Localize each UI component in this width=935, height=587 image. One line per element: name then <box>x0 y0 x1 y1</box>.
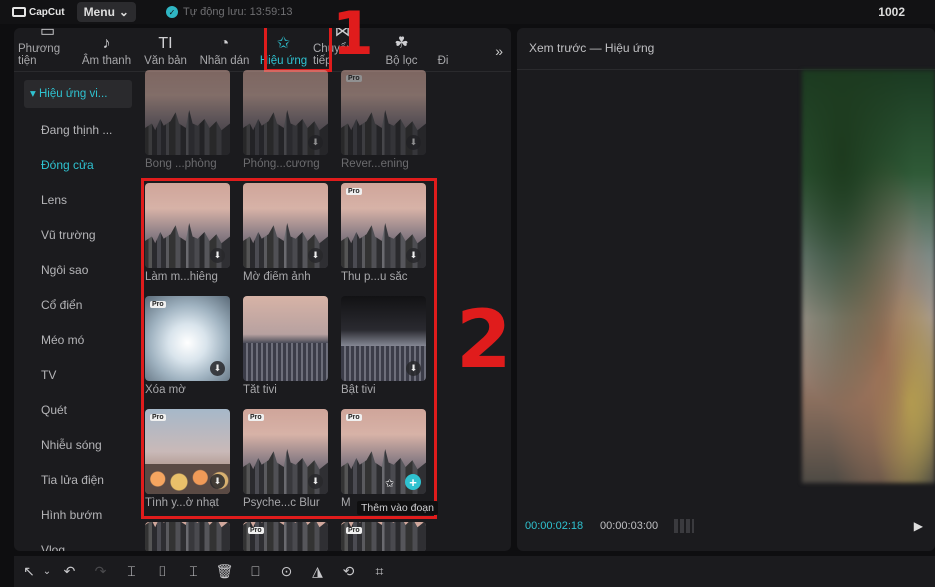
effect-card[interactable]: Bong ...phòng <box>145 70 230 173</box>
effect-label: Bong ...phòng <box>145 158 217 170</box>
annotation-number-2: 2 <box>456 293 512 386</box>
menu-label: Menu <box>83 5 115 19</box>
highlight-box-2 <box>141 178 437 519</box>
mirror-icon[interactable]: ◮ <box>302 563 333 580</box>
sidebar-item-vlog[interactable]: Vlog <box>24 533 132 551</box>
sidebar-item-lens[interactable]: Lens <box>24 183 132 218</box>
capcut-logo-icon <box>12 7 26 17</box>
pro-badge: Pro <box>346 527 362 534</box>
sticker-icon: ◔ <box>219 35 230 52</box>
chevron-down-icon: ⌄ <box>118 5 129 19</box>
sidebar-item-noise[interactable]: Nhiễu sóng <box>24 428 132 463</box>
effect-thumbnail: Pro <box>243 522 328 551</box>
select-cursor-icon[interactable]: ↖ <box>18 563 40 580</box>
delete-icon[interactable]: 🗑 <box>209 563 240 580</box>
sidebar-item-retro[interactable]: Cổ điển <box>24 288 132 323</box>
counter-value: 1002 <box>878 5 905 19</box>
undo-icon[interactable]: ↶ <box>54 563 85 580</box>
preview-title: Xem trước — Hiệu ứng <box>529 41 655 55</box>
download-icon[interactable]: ⬇ <box>406 135 421 150</box>
tab-label: Phương tiện <box>18 43 61 67</box>
tab-label: Đi <box>437 55 449 67</box>
tab-audio[interactable]: ♪ Âm thanh <box>77 35 136 67</box>
current-time: 00:00:02:18 <box>525 520 584 532</box>
sidebar-item-closing[interactable]: Đóng cửa <box>24 148 132 183</box>
highlight-box-1 <box>264 28 332 72</box>
effect-thumbnail <box>145 70 230 155</box>
tab-adjust[interactable]: Đi <box>431 35 455 67</box>
effect-card[interactable]: Pro <box>341 522 426 551</box>
menu-button[interactable]: Menu ⌄ <box>76 2 136 22</box>
tab-stickers[interactable]: ◔ Nhãn dán <box>195 35 254 67</box>
media-icon: ▭ <box>39 28 56 40</box>
freeze-frame-icon[interactable]: ⎕ <box>240 563 271 580</box>
media-panel: ▭ Phương tiện ♪ Âm thanh TI Văn bản ◔ Nhãn d… <box>14 28 511 551</box>
effect-card[interactable] <box>145 522 230 551</box>
timeline-toolbar: ↖ ⌄ ↶ ↷ ⌶ ⌷ ⌶ 🗑 ⎕ ⊙ ◮ ⟲ ⌗ <box>14 556 935 587</box>
sidebar-item-party[interactable]: Vũ trường <box>24 218 132 253</box>
rotate-icon[interactable]: ⟲ <box>333 563 364 580</box>
pro-badge: Pro <box>248 527 264 534</box>
effect-thumbnail: Pro <box>341 522 426 551</box>
effect-label: Phóng...cương <box>243 158 320 170</box>
title-bar: CapCut Menu ⌄ ✓ Tự động lưu: 13:59:13 10… <box>0 0 935 24</box>
logo-text: CapCut <box>29 6 65 18</box>
crop-icon[interactable]: ⌗ <box>364 563 395 580</box>
autosave-status: ✓ Tự động lưu: 13:59:13 <box>165 6 293 18</box>
split-right-icon[interactable]: ⌶ <box>178 563 209 580</box>
sidebar-item-trending[interactable]: Đang thịnh ... <box>24 113 132 148</box>
play-icon[interactable]: ▶ <box>914 519 923 533</box>
tab-media[interactable]: ▭ Phương tiện <box>18 28 77 67</box>
download-icon[interactable]: ⬇ <box>308 135 323 150</box>
preview-video <box>802 70 935 483</box>
annotation-number-1: 1 <box>332 0 374 69</box>
more-tabs-icon[interactable]: » <box>495 43 503 59</box>
waveform-icon <box>674 519 694 533</box>
autosave-text: Tự động lưu: 13:59:13 <box>182 6 293 18</box>
total-time: 00:00:03:00 <box>600 520 659 532</box>
sidebar-item-scan[interactable]: Quét <box>24 393 132 428</box>
sidebar-item-sparks[interactable]: Tia lửa điện <box>24 463 132 498</box>
effect-card[interactable]: ⬇ Phóng...cương <box>243 70 328 173</box>
split-left-icon[interactable]: ⌷ <box>147 563 178 580</box>
sidebar-item-distortion[interactable]: Méo mó <box>24 323 132 358</box>
sidebar-item-tv[interactable]: TV <box>24 358 132 393</box>
filter-icon: ☘ <box>394 35 409 52</box>
effect-label: Rever...ening <box>341 158 409 170</box>
add-tooltip: Thêm vào đoạn <box>357 501 438 515</box>
effect-thumbnail <box>145 522 230 551</box>
preview-panel: Xem trước — Hiệu ứng 00:00:02:18 00:00:0… <box>517 28 935 551</box>
split-icon[interactable]: ⌶ <box>116 563 147 580</box>
tab-text[interactable]: TI Văn bản <box>136 35 195 67</box>
chevron-down-icon[interactable]: ⌄ <box>40 566 54 577</box>
effect-card[interactable]: Pro ⬇ Rever...ening <box>341 70 426 173</box>
check-icon: ✓ <box>165 6 178 18</box>
capcut-logo: CapCut <box>12 7 65 18</box>
effect-card[interactable]: Pro <box>243 522 328 551</box>
text-icon: TI <box>158 35 173 52</box>
tab-label: Âm thanh <box>81 55 132 67</box>
sidebar-item-video-effects[interactable]: ▾ Hiệu ứng vi... <box>24 80 132 108</box>
effect-thumbnail: ⬇ <box>243 70 328 155</box>
tab-filters[interactable]: ☘ Bộ lọc <box>372 35 431 67</box>
sidebar-item-stars[interactable]: Ngôi sao <box>24 253 132 288</box>
asset-toolbar: ▭ Phương tiện ♪ Âm thanh TI Văn bản ◔ Nhãn d… <box>14 28 511 72</box>
tab-label: Nhãn dán <box>199 55 250 67</box>
audio-icon: ♪ <box>102 35 111 52</box>
reverse-icon[interactable]: ⊙ <box>271 563 302 580</box>
effects-sidebar: ▾ Hiệu ứng vi... Đang thịnh ... Đóng cửa… <box>24 80 132 551</box>
redo-icon[interactable]: ↷ <box>85 563 116 580</box>
effect-thumbnail: Pro ⬇ <box>341 70 426 155</box>
tab-label: Văn bản <box>144 55 187 67</box>
pro-badge: Pro <box>346 75 362 82</box>
sidebar-item-butterfly[interactable]: Hình bướm <box>24 498 132 533</box>
tab-label: Bộ lọc <box>385 55 418 67</box>
